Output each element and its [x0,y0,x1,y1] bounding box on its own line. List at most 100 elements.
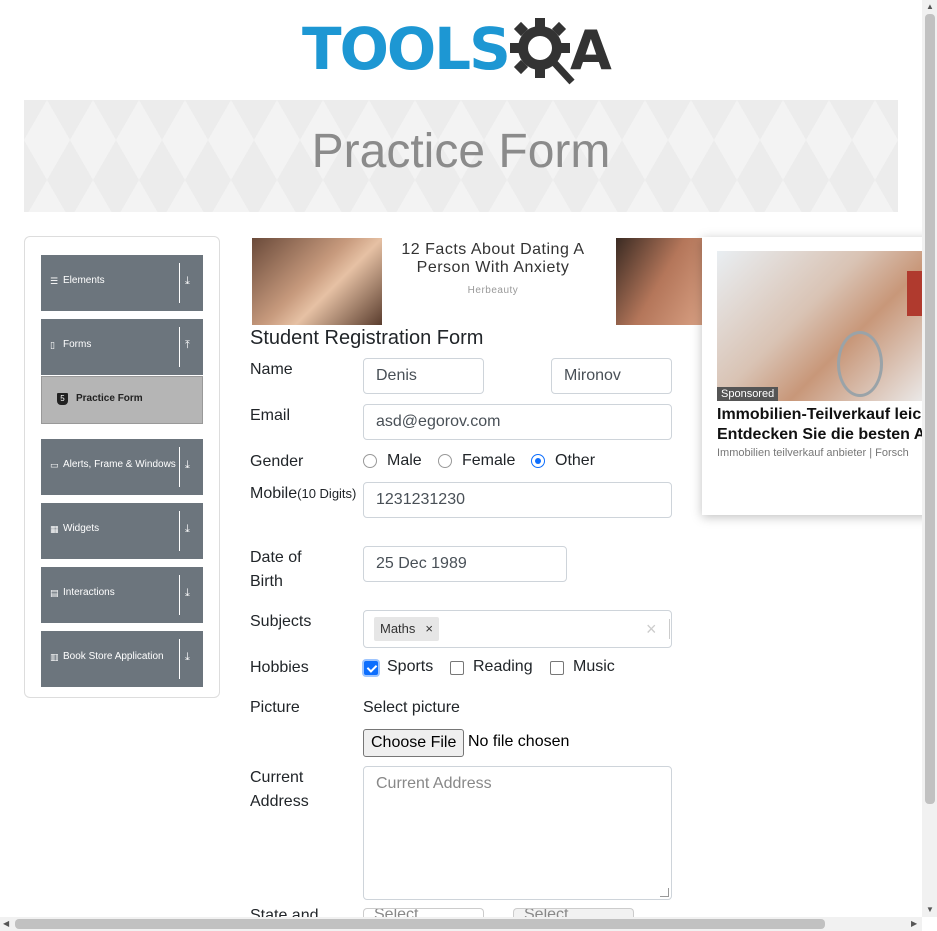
sidebar-group-widgets[interactable]: ▦ Widgets ⤓ [41,503,203,559]
select-picture-label: Select picture [363,699,460,716]
popup-title-line: Entdecken Sie die besten A [717,426,926,443]
resize-handle-icon[interactable] [660,888,669,897]
sponsored-badge: Sponsored [717,387,779,401]
state-city-label: State and [250,908,319,917]
email-label: Email [250,407,291,424]
first-name-input[interactable]: Denis [363,358,484,394]
page-banner: Practice Form [24,100,898,212]
last-name-input[interactable]: Mironov [551,358,672,394]
address-label-line: Address [250,793,309,810]
clear-icon[interactable]: × [646,619,657,640]
scroll-down-icon[interactable]: ▼ [926,905,934,914]
gender-male-label[interactable]: Male [387,452,422,470]
divider [179,327,180,367]
logo-text-tools: TOOLS [302,15,511,83]
download-arrow-icon: ⤓ [185,523,190,535]
divider [179,511,180,551]
mobile-input[interactable]: 1231231230 [363,482,672,518]
divider [179,639,180,679]
hobby-music-checkbox[interactable] [550,661,564,675]
choose-file-button[interactable]: Choose File [363,729,465,757]
gender-female-radio[interactable] [438,454,452,468]
name-label: Name [250,361,293,378]
sidebar-group-label: Forms [63,339,92,350]
no-file-text: No file chosen [468,733,570,750]
subjects-input[interactable]: Maths × × [363,610,672,648]
horizontal-scrollbar-thumb[interactable] [15,919,825,929]
sidebar-group-forms[interactable]: ▯ Forms ⤒ [41,319,203,375]
ad-image-keys [717,251,937,401]
gender-other-label[interactable]: Other [555,452,595,470]
sidebar-group-book-store[interactable]: ▥ Book Store Application ⤓ [41,631,203,687]
mobile-label: Mobile(10 Digits) [250,482,356,506]
sidebar-group-label: Alerts, Frame & Windows [63,459,176,470]
dob-label-line: Birth [250,573,283,590]
mobile-hint: (10 Digits) [297,486,357,501]
sidebar-group-label: Book Store Application [63,651,164,662]
scroll-right-icon[interactable]: ▶ [911,919,917,928]
sidebar-item-practice-form[interactable]: 5 Practice Form [41,376,203,424]
popup-ad-source: Immobilien teilverkauf anbieter | Forsch [717,447,909,459]
chip-remove-icon[interactable]: × [425,621,433,636]
address-label-line: Current [250,769,304,786]
sponsored-popup[interactable]: Sponsored Immobilien-Teilverkauf leic En… [702,237,937,515]
address-label: Current Address [250,766,309,814]
sidebar-group-elements[interactable]: ☰ Elements ⤓ [41,255,203,311]
sidebar-group-label: Interactions [63,587,115,598]
dob-label-line: Date of [250,549,302,566]
ad-title[interactable]: 12 Facts About Dating A Person With Anxi… [388,241,598,277]
scroll-up-icon[interactable]: ▲ [926,2,934,11]
ad-image-couple[interactable] [252,238,382,325]
upload-arrow-icon: ⤒ [185,339,190,351]
document-icon: ▯ [50,340,55,350]
scroll-left-icon[interactable]: ◀ [3,919,9,928]
email-input[interactable]: asd@egorov.com [363,404,672,440]
sidebar-item-label: Practice Form [76,393,143,404]
download-arrow-icon: ⤓ [185,587,190,599]
current-address-textarea[interactable]: Current Address [363,766,672,900]
popup-ad-title[interactable]: Immobilien-Teilverkauf leic Entdecken Si… [717,405,937,445]
page-title: Practice Form [311,125,611,178]
hobby-sports-label[interactable]: Sports [387,658,433,676]
list-icon: ▤ [50,588,59,598]
download-arrow-icon: ⤓ [185,275,190,287]
hobbies-label: Hobbies [250,659,309,676]
dob-label: Date of Birth [250,546,302,594]
picture-label: Picture [250,699,300,716]
hobby-reading-label[interactable]: Reading [473,658,533,676]
popup-title-line: Immobilien-Teilverkauf leic [717,406,922,423]
divider [179,263,180,303]
subjects-label: Subjects [250,613,312,630]
divider [179,447,180,487]
bookshelf-icon: ▥ [50,652,59,662]
subject-chip: Maths × [374,617,439,641]
sidebar-group-alerts[interactable]: ▭ Alerts, Frame & Windows ⤓ [41,439,203,495]
sidebar: ☰ Elements ⤓ ▯ Forms ⤒ 5 Practice Form ▭… [24,236,220,698]
sidebar-group-label: Widgets [63,523,100,534]
form-title: Student Registration Form [250,327,484,349]
gender-male-radio[interactable] [363,454,377,468]
subject-chip-label: Maths [380,621,416,636]
toolsqa-logo[interactable]: TOOLS A [300,14,630,92]
download-arrow-icon: ⤓ [185,459,190,471]
divider [669,619,670,639]
grid-icon: ▦ [50,524,59,534]
gender-label: Gender [250,453,304,470]
window-icon: ▭ [50,460,59,470]
vertical-scrollbar-thumb[interactable] [925,14,935,804]
gender-other-radio[interactable] [531,454,545,468]
sidebar-group-label: Elements [63,275,105,286]
address-placeholder: Current Address [376,775,492,792]
sidebar-group-interactions[interactable]: ▤ Interactions ⤓ [41,567,203,623]
ad-source: Herbeauty [467,285,519,296]
html5-icon: 5 [57,393,68,405]
hamburger-icon: ☰ [50,276,59,286]
dob-input[interactable]: 25 Dec 1989 [363,546,567,582]
ad-image-kiss[interactable] [616,238,704,325]
hobby-sports-checkbox[interactable] [364,661,378,675]
gender-female-label[interactable]: Female [462,452,515,470]
logo-text-a: A [570,19,612,82]
hobby-reading-checkbox[interactable] [450,661,464,675]
mobile-label-text: Mobile [250,485,298,502]
hobby-music-label[interactable]: Music [573,658,615,676]
